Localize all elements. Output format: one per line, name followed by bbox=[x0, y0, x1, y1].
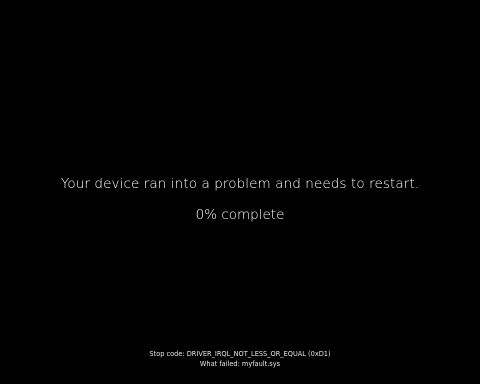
error-details: Stop code: DRIVER_IRQL_NOT_LESS_OR_EQUAL… bbox=[0, 349, 480, 369]
error-message: Your device ran into a problem and needs… bbox=[60, 176, 420, 192]
what-failed: What failed: myfault.sys bbox=[199, 360, 281, 368]
progress-text: 0% complete bbox=[195, 207, 285, 223]
stop-code: Stop code: DRIVER_IRQL_NOT_LESS_OR_EQUAL… bbox=[149, 350, 331, 358]
bsod-screen: Your device ran into a problem and needs… bbox=[0, 0, 480, 384]
